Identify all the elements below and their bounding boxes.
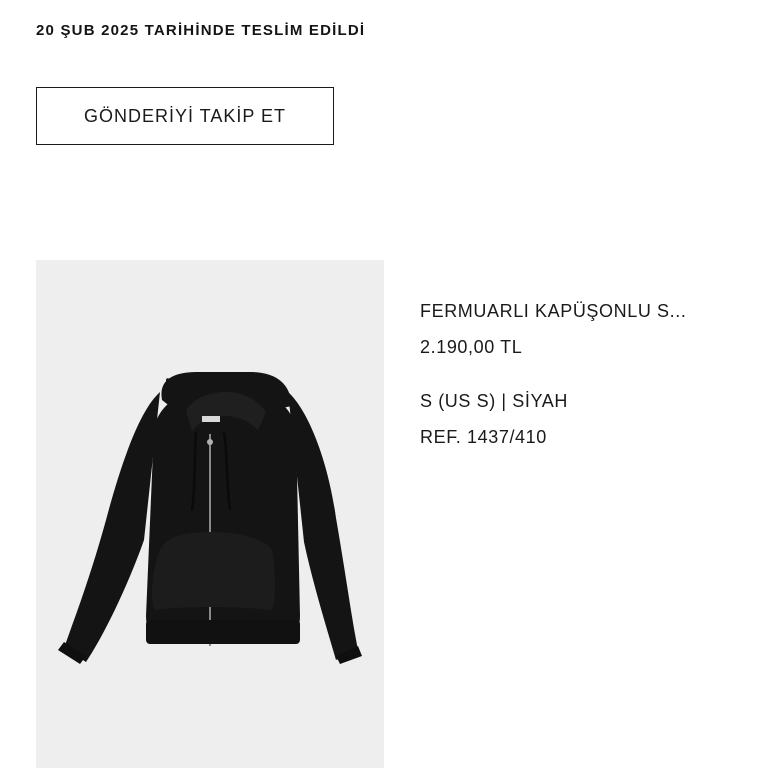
zipper-pull bbox=[207, 439, 213, 445]
hoodie-left-sleeve bbox=[64, 392, 160, 662]
track-shipment-button[interactable]: GÖNDERİYİ TAKİP ET bbox=[36, 87, 334, 145]
hoodie-label bbox=[202, 416, 220, 422]
product-reference: REF. 1437/410 bbox=[420, 427, 547, 447]
hoodie-hem bbox=[146, 620, 300, 644]
product-name[interactable]: FERMUARLI KAPÜŞONLU S... bbox=[420, 298, 750, 324]
delivery-status-text: 20 ŞUB 2025 TARİHİNDE TESLİM EDİLDİ bbox=[36, 22, 366, 39]
product-image[interactable] bbox=[36, 260, 384, 768]
product-info: FERMUARLI KAPÜŞONLU S... 2.190,00 TL S (… bbox=[420, 298, 750, 450]
product-size-color: S (US S) | SİYAH bbox=[420, 391, 568, 411]
hoodie-pocket bbox=[152, 532, 275, 610]
product-price: 2.190,00 TL bbox=[420, 337, 523, 357]
track-shipment-button-label: GÖNDERİYİ TAKİP ET bbox=[83, 105, 287, 126]
order-detail-page: 20 ŞUB 2025 TARİHİNDE TESLİM EDİLDİ GÖND… bbox=[0, 0, 768, 768]
hoodie-image-icon bbox=[58, 372, 362, 664]
